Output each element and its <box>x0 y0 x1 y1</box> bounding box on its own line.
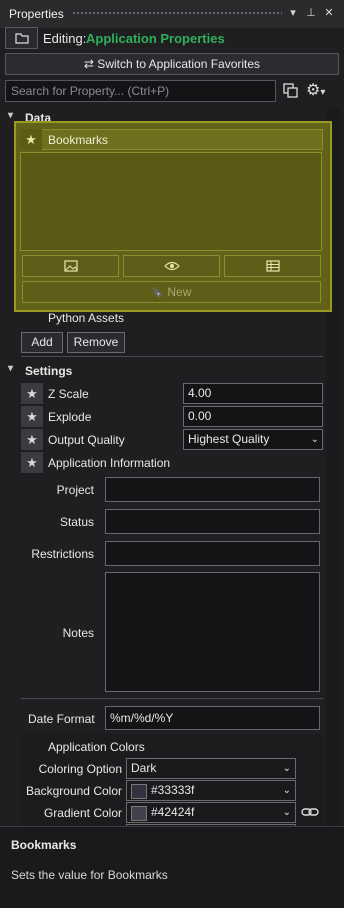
z-scale-star-icon[interactable]: ★ <box>21 383 43 404</box>
bookmark-icon: 🔖 <box>151 288 165 299</box>
coloring-option-label: Coloring Option <box>38 762 122 776</box>
status-input[interactable] <box>105 509 320 534</box>
output-quality-label: Output Quality <box>48 433 125 447</box>
output-quality-star-icon[interactable]: ★ <box>21 429 43 450</box>
divider <box>21 698 323 699</box>
coloring-option-select[interactable]: Dark ⌄ <box>126 758 296 779</box>
section-settings-label: Settings <box>25 364 73 378</box>
restrictions-label: Restrictions <box>31 547 94 561</box>
bookmark-list-button[interactable] <box>224 255 321 277</box>
pin-icon[interactable]: ⊥ <box>304 6 318 20</box>
property-search-input[interactable]: Search for Property... (Ctrl+P) <box>5 80 276 102</box>
new-bookmark-label: New <box>167 285 192 299</box>
panel-title: Properties <box>9 7 64 21</box>
z-scale-input[interactable]: 4.00 <box>183 383 323 404</box>
titlebar-grip[interactable] <box>72 11 282 16</box>
remove-python-asset-button[interactable]: Remove <box>67 332 125 353</box>
python-assets-label: Python Assets <box>48 311 125 325</box>
explode-star-icon[interactable]: ★ <box>21 406 43 427</box>
app-info-label: Application Information <box>48 456 171 470</box>
notes-textarea[interactable] <box>105 572 320 692</box>
z-scale-label: Z Scale <box>48 387 89 401</box>
date-format-label: Date Format <box>28 712 95 726</box>
editing-target-name: Application Properties <box>86 31 225 46</box>
gear-dropdown-icon: ▾ <box>320 87 326 98</box>
chevron-down-icon: ▾ <box>8 363 14 374</box>
output-quality-value: Highest Quality <box>188 432 270 446</box>
gradient-color-value: #42424f <box>151 805 195 819</box>
new-bookmark-button[interactable]: 🔖 New <box>22 281 321 303</box>
status-label: Status <box>59 515 94 529</box>
background-color-select[interactable]: #33333f ⌄ <box>126 780 296 801</box>
background-color-label: Background Color <box>25 784 122 798</box>
explode-label: Explode <box>48 410 92 424</box>
description-text: Sets the value for Bookmarks <box>11 868 168 882</box>
bookmark-view-button[interactable] <box>123 255 220 277</box>
background-color-value: #33333f <box>151 783 195 797</box>
settings-gear-icon[interactable]: ⚙▾ <box>306 81 334 101</box>
eye-icon <box>163 261 180 271</box>
project-label: Project <box>56 483 94 497</box>
divider <box>21 356 323 357</box>
add-python-asset-button[interactable]: Add <box>21 332 63 353</box>
restrictions-input[interactable] <box>105 541 320 566</box>
image-icon <box>63 260 78 272</box>
project-input[interactable] <box>105 477 320 502</box>
chevron-down-icon: ⌄ <box>310 434 319 445</box>
chevron-down-icon: ⌄ <box>282 763 291 774</box>
gradient-color-swatch <box>131 806 147 821</box>
app-info-star-icon[interactable]: ★ <box>21 452 43 473</box>
section-settings[interactable]: ▾ Settings <box>6 361 324 381</box>
gradient-color-label: Gradient Color <box>43 806 122 820</box>
bookmarks-star-icon[interactable]: ★ <box>20 129 42 150</box>
bookmark-image-button[interactable] <box>22 255 119 277</box>
date-format-input[interactable]: %m/%d/%Y <box>105 706 320 730</box>
list-icon <box>265 260 280 272</box>
output-quality-select[interactable]: Highest Quality ⌄ <box>183 429 323 450</box>
gear-glyph: ⚙ <box>306 82 321 99</box>
app-colors-label: Application Colors <box>48 740 145 754</box>
explode-input[interactable]: 0.00 <box>183 406 323 427</box>
bookmarks-list[interactable] <box>20 152 322 251</box>
editing-label: Editing: <box>43 31 87 46</box>
chevron-down-icon[interactable]: ▾ <box>286 6 300 20</box>
link-colors-icon[interactable] <box>300 804 320 820</box>
chevron-down-icon: ▾ <box>8 110 14 121</box>
coloring-option-value: Dark <box>131 761 157 775</box>
chevron-down-icon: ⌄ <box>282 807 291 818</box>
notes-label: Notes <box>62 626 94 640</box>
background-color-swatch <box>131 784 147 799</box>
folder-icon <box>15 33 29 44</box>
switch-to-favorites-button[interactable]: ⇄ Switch to Application Favorites <box>5 53 339 75</box>
copy-properties-icon[interactable] <box>281 81 301 101</box>
description-title: Bookmarks <box>11 838 77 852</box>
bookmarks-label: Bookmarks <box>48 133 109 147</box>
close-icon[interactable]: ✕ <box>322 6 336 20</box>
open-folder-button[interactable] <box>5 27 38 49</box>
gradient-color-select[interactable]: #42424f ⌄ <box>126 802 296 823</box>
chevron-down-icon: ⌄ <box>282 785 291 796</box>
